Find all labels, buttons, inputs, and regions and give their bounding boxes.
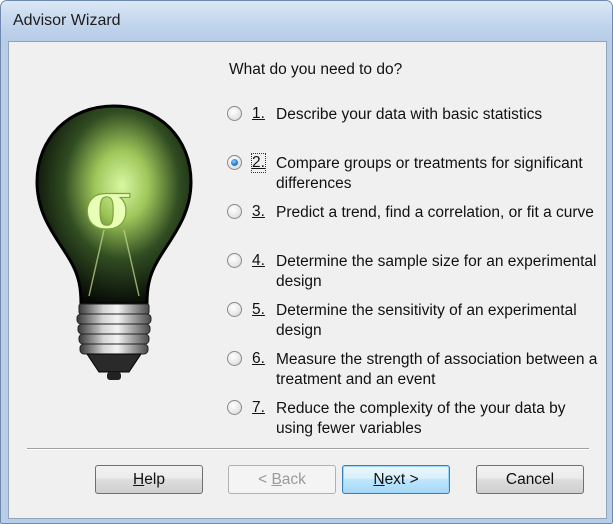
advisor-wizard-window: Advisor Wizard σ What do you need to do?… (0, 0, 613, 524)
back-mnemonic: B (271, 471, 282, 488)
next-mnemonic: N (373, 471, 385, 488)
option-1[interactable]: 1. Describe your data with basic statist… (227, 105, 607, 149)
option-3[interactable]: 3. Predict a trend, find a correlation, … (227, 203, 607, 247)
option-4[interactable]: 4. Determine the sample size for an expe… (227, 252, 607, 296)
cancel-button[interactable]: Cancel (476, 465, 584, 494)
back-arrow: < (258, 471, 268, 488)
help-label-rest: elp (144, 471, 165, 488)
option-number: 6. (252, 350, 265, 367)
title-bar[interactable]: Advisor Wizard (1, 1, 612, 41)
option-label: Predict a trend, find a correlation, or … (276, 204, 594, 221)
next-button[interactable]: Next > (342, 465, 450, 494)
option-number: 2. (251, 153, 266, 173)
back-label-rest: ack (281, 471, 306, 488)
lightbulb-sigma-icon: σ (35, 104, 193, 380)
dialog-body: σ What do you need to do? 1. Describe yo… (8, 41, 607, 519)
option-label: Compare groups or treatments for signifi… (276, 155, 583, 192)
question-text: What do you need to do? (229, 61, 403, 78)
option-number: 4. (252, 252, 265, 269)
next-arrow: > (409, 471, 419, 488)
option-5[interactable]: 5. Determine the sensitivity of an exper… (227, 301, 607, 345)
option-label: Describe your data with basic statistics (276, 106, 543, 123)
help-button[interactable]: Help (95, 465, 203, 494)
separator-line (27, 448, 589, 450)
option-label: Determine the sensitivity of an experime… (276, 302, 577, 339)
back-button[interactable]: < Back (228, 465, 336, 494)
option-label: Measure the strength of association betw… (276, 351, 598, 388)
option-label: Determine the sample size for an experim… (276, 253, 597, 290)
sigma-symbol: σ (85, 166, 134, 244)
option-2[interactable]: 2. Compare groups or treatments for sign… (227, 153, 607, 198)
next-label-rest: ext (384, 471, 406, 488)
radio-button[interactable] (227, 204, 242, 219)
window-title: Advisor Wizard (13, 12, 121, 29)
radio-button[interactable] (227, 351, 242, 366)
option-number: 7. (252, 399, 265, 416)
radio-button[interactable] (227, 106, 242, 121)
option-number: 5. (252, 301, 265, 318)
radio-button[interactable] (227, 253, 242, 268)
option-number: 1. (252, 105, 265, 122)
radio-button[interactable] (227, 400, 242, 415)
radio-button[interactable] (227, 302, 242, 317)
option-number: 3. (252, 203, 265, 220)
radio-button[interactable] (227, 155, 242, 170)
option-7[interactable]: 7. Reduce the complexity of the your dat… (227, 399, 607, 443)
help-mnemonic: H (133, 471, 145, 488)
option-6[interactable]: 6. Measure the strength of association b… (227, 350, 607, 394)
option-label: Reduce the complexity of the your data b… (276, 400, 566, 437)
